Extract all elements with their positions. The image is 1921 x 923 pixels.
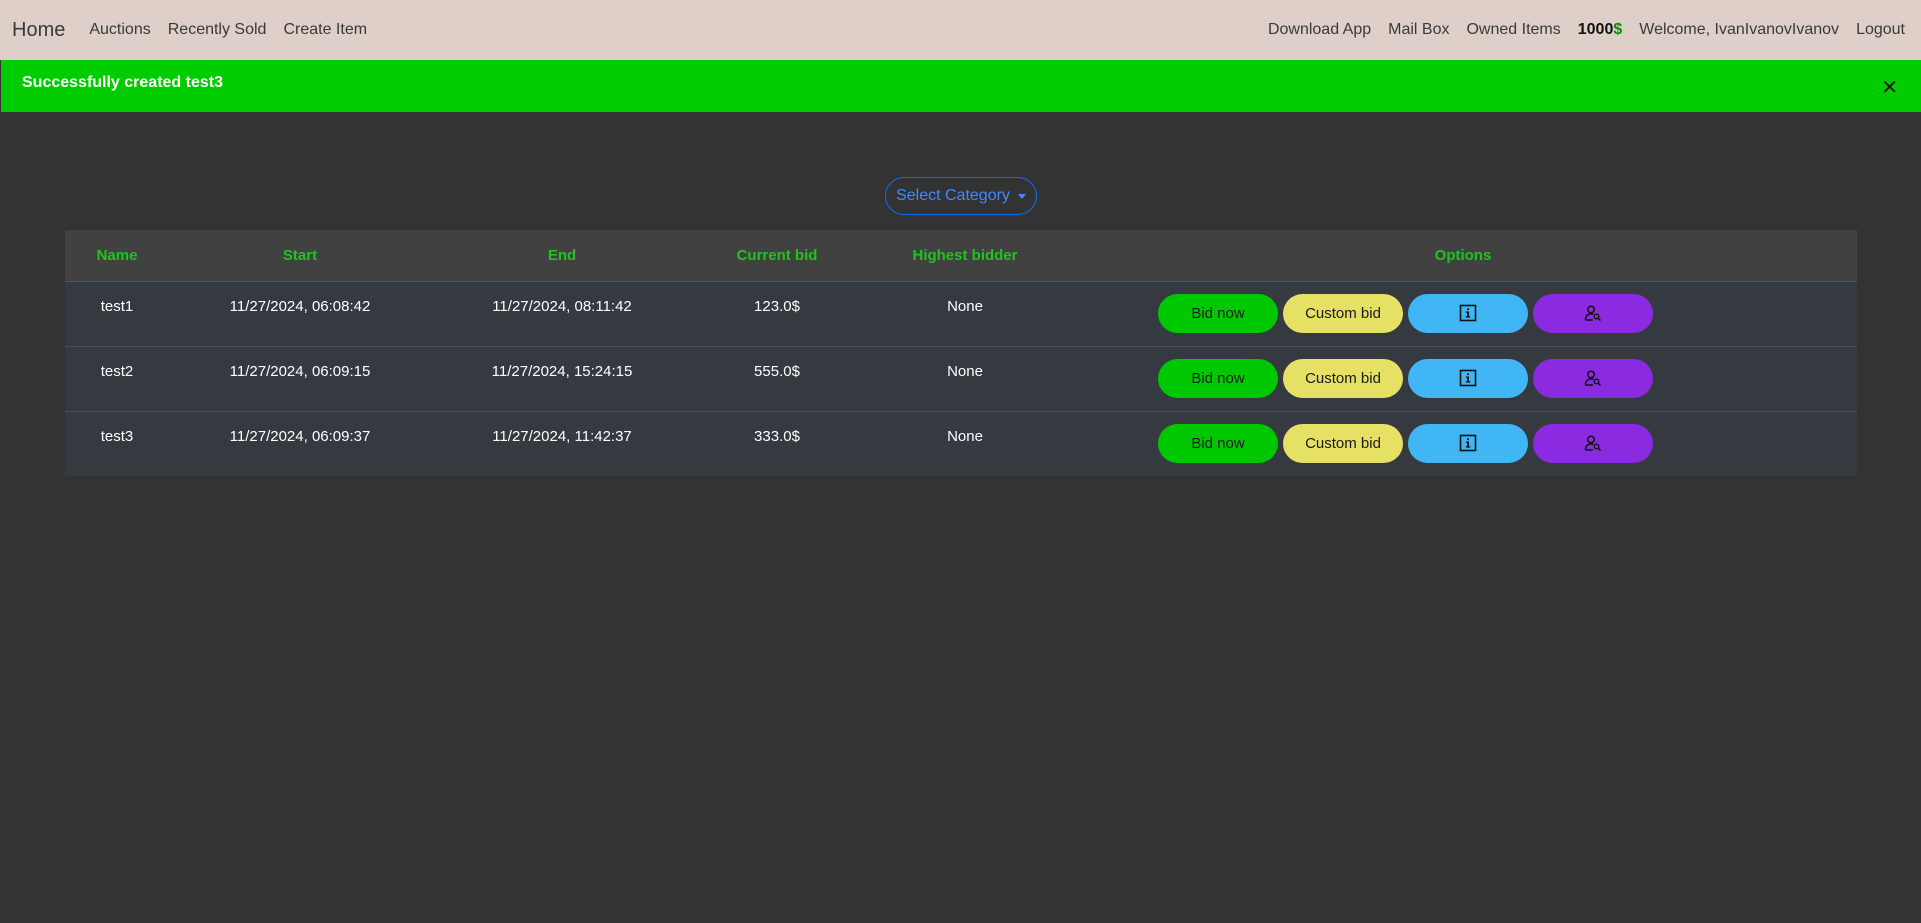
options-group: Bid now Custom bid [1158, 293, 1856, 333]
select-category-label: Select Category [896, 187, 1010, 204]
home-link[interactable]: Home [12, 19, 65, 42]
cell-start: 11/27/2024, 06:09:15 [229, 362, 371, 380]
bid-now-button[interactable]: Bid now [1158, 358, 1278, 398]
user-search-icon [1584, 305, 1602, 322]
select-category-dropdown[interactable]: Select Category [885, 177, 1037, 215]
cell-name: test1 [100, 297, 134, 315]
bid-now-button[interactable]: Bid now [1158, 293, 1278, 333]
welcome-user-link[interactable]: Welcome, IvanIvanovIvanov [1639, 21, 1839, 39]
nav-link-download-app[interactable]: Download App [1268, 21, 1371, 39]
balance-currency: $ [1613, 21, 1623, 38]
auctions-table-container: Name Start End Current bid Highest bidde… [65, 230, 1857, 476]
info-icon [1459, 369, 1477, 387]
header-highest-bidder: Highest bidder [861, 230, 1069, 282]
balance-amount: 1000 [1577, 21, 1614, 38]
top-navbar: Home Auctions Recently Sold Create Item … [0, 0, 1921, 60]
balance-display: 1000$ [1578, 21, 1623, 39]
bid-now-button[interactable]: Bid now [1158, 423, 1278, 463]
header-name: Name [65, 230, 169, 282]
cell-options: Bid now Custom bid [1069, 281, 1857, 346]
alert-message: Successfully created test3 [22, 74, 223, 91]
user-search-icon [1584, 370, 1602, 387]
custom-bid-button[interactable]: Custom bid [1283, 358, 1403, 398]
user-search-icon [1584, 435, 1602, 452]
info-button[interactable] [1408, 423, 1528, 463]
cell-start: 11/27/2024, 06:09:37 [229, 427, 371, 445]
user-search-button[interactable] [1533, 423, 1653, 463]
header-options: Options [1069, 230, 1857, 282]
cell-current-bid: 333.0$ [754, 427, 800, 445]
nav-link-auctions[interactable]: Auctions [89, 21, 150, 39]
cell-end: 11/27/2024, 11:42:37 [492, 427, 632, 445]
cell-end: 11/27/2024, 08:11:42 [492, 297, 632, 315]
cell-highest-bidder: None [947, 427, 983, 445]
custom-bid-button[interactable]: Custom bid [1283, 423, 1403, 463]
table-row: test3 11/27/2024, 06:09:37 11/27/2024, 1… [65, 411, 1857, 476]
nav-link-owned-items[interactable]: Owned Items [1466, 21, 1560, 39]
cell-name: test2 [100, 362, 134, 380]
caret-down-icon [1017, 193, 1026, 199]
table-row: test2 11/27/2024, 06:09:15 11/27/2024, 1… [65, 346, 1857, 411]
logout-link[interactable]: Logout [1856, 21, 1905, 39]
table-body: test1 11/27/2024, 06:08:42 11/27/2024, 0… [65, 281, 1857, 476]
user-search-button[interactable] [1533, 293, 1653, 333]
info-button[interactable] [1408, 358, 1528, 398]
custom-bid-button[interactable]: Custom bid [1283, 293, 1403, 333]
success-alert: Successfully created test3 ✕ [1, 60, 1921, 112]
cell-name: test3 [100, 427, 134, 445]
cell-current-bid: 123.0$ [754, 297, 800, 315]
close-icon[interactable]: ✕ [1881, 75, 1898, 100]
info-icon [1459, 434, 1477, 452]
header-end: End [431, 230, 693, 282]
cell-highest-bidder: None [947, 362, 983, 380]
nav-right-group: Download App Mail Box Owned Items 1000$ … [1251, 21, 1909, 39]
cell-highest-bidder: None [947, 297, 983, 315]
cell-start: 11/27/2024, 06:08:42 [229, 297, 371, 315]
nav-left-group: Home Auctions Recently Sold Create Item [12, 19, 384, 42]
header-row: Name Start End Current bid Highest bidde… [65, 230, 1857, 282]
nav-link-create-item[interactable]: Create Item [283, 21, 367, 39]
cell-options: Bid now Custom bid [1069, 346, 1857, 411]
table-header: Name Start End Current bid Highest bidde… [65, 230, 1857, 282]
info-button[interactable] [1408, 293, 1528, 333]
cell-end: 11/27/2024, 15:24:15 [491, 362, 633, 380]
cell-options: Bid now Custom bid [1069, 411, 1857, 476]
header-current-bid: Current bid [693, 230, 861, 282]
options-group: Bid now Custom bid [1158, 423, 1856, 463]
info-icon [1459, 304, 1477, 322]
auctions-table: Name Start End Current bid Highest bidde… [65, 230, 1857, 476]
table-row: test1 11/27/2024, 06:08:42 11/27/2024, 0… [65, 281, 1857, 346]
options-group: Bid now Custom bid [1158, 358, 1856, 398]
header-start: Start [169, 230, 431, 282]
cell-current-bid: 555.0$ [754, 362, 800, 380]
user-search-button[interactable] [1533, 358, 1653, 398]
nav-link-recently-sold[interactable]: Recently Sold [168, 21, 267, 39]
nav-link-mail-box[interactable]: Mail Box [1388, 21, 1449, 39]
